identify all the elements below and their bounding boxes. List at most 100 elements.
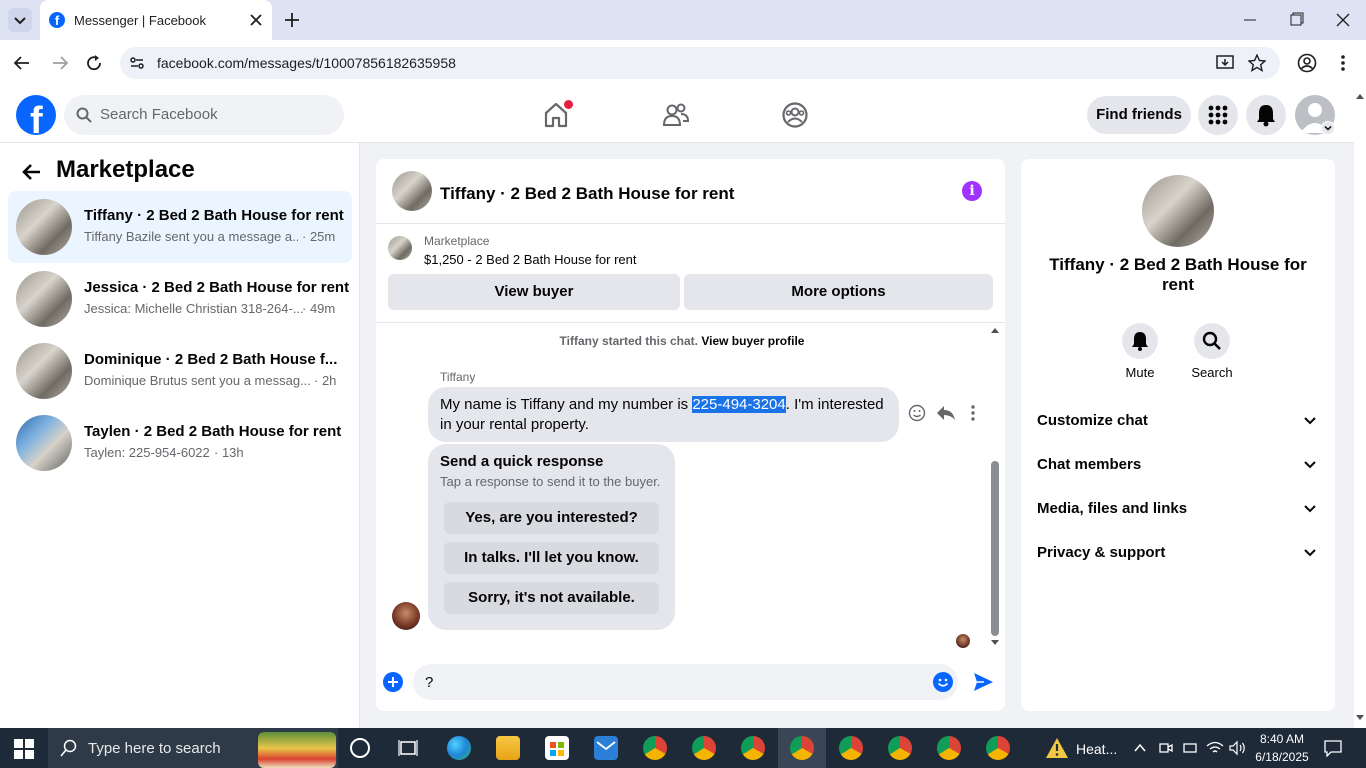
chevron-down-icon (1303, 502, 1317, 516)
notifications-center-icon[interactable] (1324, 739, 1342, 757)
section-privacy-support[interactable]: Privacy & support (1029, 537, 1327, 569)
conversation-time: · 2h (314, 373, 337, 388)
site-settings-icon[interactable] (128, 54, 146, 72)
chat-started-notice: Tiffany started this chat. View buyer pr… (376, 334, 988, 348)
message-phone-number[interactable]: 225-494-3204 (692, 396, 786, 413)
meet-now-icon[interactable] (1158, 740, 1174, 756)
clock-time[interactable]: 8:40 AM (1251, 732, 1313, 746)
account-chevron-icon[interactable] (1321, 121, 1335, 135)
groups-icon[interactable] (781, 101, 809, 129)
windows-start-icon[interactable] (14, 739, 34, 759)
sender-avatar (392, 602, 420, 630)
reload-icon[interactable] (84, 53, 104, 73)
view-buyer-profile-link[interactable]: View buyer profile (701, 334, 804, 348)
notification-dot (564, 100, 573, 109)
wifi-icon[interactable] (1206, 740, 1224, 756)
section-customize-chat[interactable]: Customize chat (1029, 405, 1327, 437)
menu-grid-button[interactable] (1198, 95, 1238, 135)
url-box[interactable]: facebook.com/messages/t/1000785618263595… (120, 47, 1280, 79)
listing-title[interactable]: $1,250 - 2 Bed 2 Bath House for rent (424, 252, 636, 267)
file-explorer-icon[interactable] (496, 736, 520, 760)
quick-response-card: Send a quick response Tap a response to … (428, 444, 675, 630)
message-input[interactable]: ? (413, 664, 958, 700)
add-attachment-icon[interactable] (383, 672, 403, 692)
chevron-down-icon (1303, 546, 1317, 560)
chrome-icon[interactable] (937, 736, 961, 760)
close-window-icon[interactable] (1335, 12, 1351, 28)
browser-menu-icon[interactable] (1335, 53, 1351, 73)
notifications-button[interactable] (1246, 95, 1286, 135)
search-chat-button[interactable] (1194, 323, 1230, 359)
volume-icon[interactable] (1229, 740, 1247, 756)
facebook-search-input[interactable]: Search Facebook (64, 95, 344, 135)
new-tab-icon[interactable] (282, 10, 302, 30)
chrome-icon[interactable] (692, 736, 716, 760)
cortana-icon[interactable] (350, 738, 370, 758)
quick-response-button[interactable]: In talks. I'll let you know. (444, 542, 659, 574)
chrome-icon[interactable] (790, 736, 814, 760)
install-app-icon[interactable] (1216, 54, 1234, 72)
listing-thumbnail (16, 415, 72, 471)
network-icon[interactable] (1182, 740, 1198, 756)
chat-scrollbar[interactable] (988, 324, 1002, 649)
message-text: My name is Tiffany and my number is (440, 396, 693, 413)
search-highlight-image (258, 732, 336, 768)
more-options-button[interactable]: More options (684, 274, 993, 310)
chrome-icon[interactable] (741, 736, 765, 760)
bookmark-star-icon[interactable] (1248, 54, 1266, 72)
profile-icon[interactable] (1297, 53, 1317, 73)
maximize-icon[interactable] (1288, 12, 1304, 28)
clock-date[interactable]: 6/18/2025 (1251, 750, 1313, 764)
weather-warning-icon[interactable] (1045, 737, 1069, 759)
conversation-item[interactable]: Tiffany · 2 Bed 2 Bath House for rent Ti… (8, 191, 352, 263)
minimize-icon[interactable] (1242, 12, 1258, 28)
chrome-icon[interactable] (839, 736, 863, 760)
react-icon[interactable] (908, 404, 926, 422)
browser-tab[interactable]: f Messenger | Facebook (40, 0, 272, 40)
bell-icon (1257, 105, 1275, 127)
chrome-profile-icon[interactable] (643, 736, 667, 760)
chat-info-panel: Tiffany · 2 Bed 2 Bath House for rent Mu… (1021, 159, 1335, 711)
reply-icon[interactable] (936, 404, 956, 422)
chrome-icon[interactable] (986, 736, 1010, 760)
send-icon[interactable] (972, 671, 994, 693)
conversation-item[interactable]: Jessica · 2 Bed 2 Bath House for rent Je… (8, 263, 352, 335)
facebook-logo-icon[interactable]: f (16, 95, 56, 135)
tab-search-button[interactable] (8, 8, 32, 32)
friends-icon[interactable] (662, 101, 690, 129)
close-tab-icon[interactable] (246, 10, 266, 30)
search-icon (76, 107, 92, 123)
page-scrollbar[interactable] (1354, 86, 1366, 728)
section-chat-members[interactable]: Chat members (1029, 449, 1327, 481)
chevron-down-icon (1303, 458, 1317, 472)
view-buyer-button[interactable]: View buyer (388, 274, 680, 310)
taskbar-search-box[interactable]: Type here to search (48, 728, 338, 768)
mute-button[interactable] (1122, 323, 1158, 359)
find-friends-button[interactable]: Find friends (1087, 96, 1191, 134)
info-icon[interactable]: i (962, 181, 982, 201)
chat-scrollbar-thumb[interactable] (991, 461, 999, 636)
tray-chevron-up-icon[interactable] (1133, 741, 1147, 755)
section-label: Chat members (1037, 456, 1142, 473)
microsoft-store-icon[interactable] (545, 736, 569, 760)
conversation-item[interactable]: Dominique · 2 Bed 2 Bath House f... Domi… (8, 335, 352, 407)
section-media-files-links[interactable]: Media, files and links (1029, 493, 1327, 525)
section-label: Privacy & support (1037, 544, 1166, 561)
conversation-item[interactable]: Taylen · 2 Bed 2 Bath House for rent Tay… (8, 407, 352, 479)
chrome-icon[interactable] (888, 736, 912, 760)
emoji-icon[interactable] (933, 672, 953, 692)
seen-avatar (956, 634, 970, 648)
more-actions-icon[interactable] (966, 404, 980, 422)
back-icon[interactable] (12, 53, 32, 73)
task-view-icon[interactable] (398, 738, 418, 758)
forward-icon[interactable] (50, 53, 70, 73)
back-arrow-icon[interactable] (20, 160, 44, 184)
listing-thumbnail (388, 236, 412, 260)
quick-response-button[interactable]: Yes, are you interested? (444, 502, 659, 534)
conversation-time: · 13h (214, 445, 244, 460)
quick-response-button[interactable]: Sorry, it's not available. (444, 582, 659, 614)
conversation-time: · 25m (302, 229, 336, 244)
edge-icon[interactable] (447, 736, 471, 760)
weather-text[interactable]: Heat... (1076, 741, 1117, 757)
mail-icon[interactable] (594, 736, 618, 760)
